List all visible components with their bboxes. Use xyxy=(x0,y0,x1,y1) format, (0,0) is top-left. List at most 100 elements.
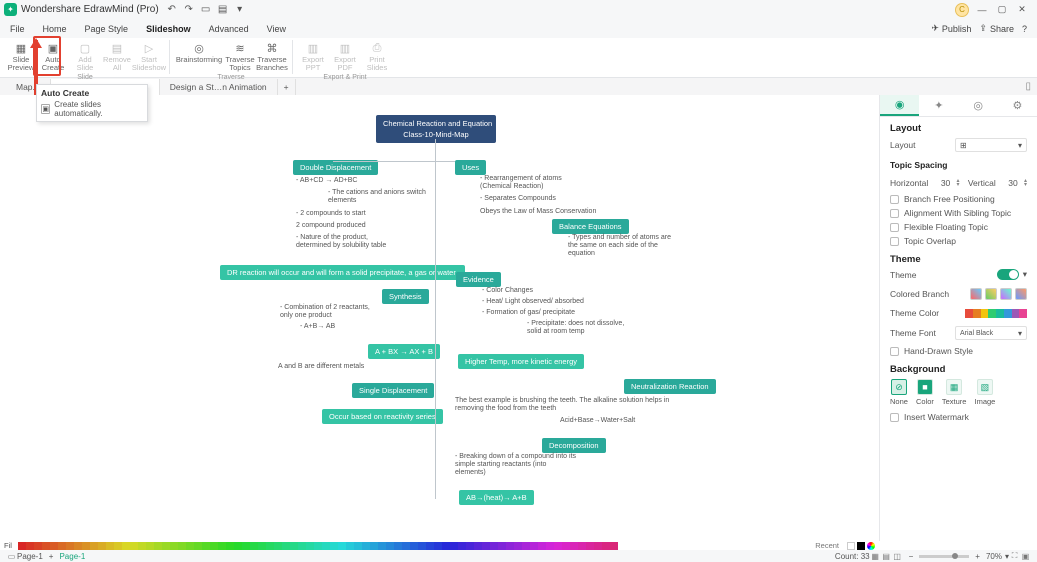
chk-branch-free[interactable]: Branch Free Positioning xyxy=(880,192,1037,206)
node-higher-temp[interactable]: Higher Temp, more kinetic energy xyxy=(458,354,584,369)
rtab-settings[interactable]: ⚙ xyxy=(998,95,1037,116)
rtab-style[interactable]: ◉ xyxy=(880,95,919,116)
palette-cell[interactable] xyxy=(18,542,26,550)
color-wheel-icon[interactable] xyxy=(867,542,875,550)
page-tab-active[interactable]: Page-1 xyxy=(59,552,85,561)
node-formula[interactable]: A + BX → AX + B xyxy=(368,344,440,359)
fit-icon[interactable]: ⛶ xyxy=(1009,551,1020,562)
palette-cell[interactable] xyxy=(506,542,514,550)
palette-cell[interactable] xyxy=(202,542,210,550)
bg-texture[interactable]: ▦Texture xyxy=(942,379,967,406)
palette-cell[interactable] xyxy=(26,542,34,550)
open-icon[interactable]: ▭ xyxy=(199,3,213,17)
palette-cell[interactable] xyxy=(138,542,146,550)
palette-cell[interactable] xyxy=(290,542,298,550)
palette-cell[interactable] xyxy=(122,542,130,550)
node-occur[interactable]: Occur based on reactivity series xyxy=(322,409,443,424)
palette-cell[interactable] xyxy=(114,542,122,550)
node-root[interactable]: Chemical Reaction and EquationClass-10-M… xyxy=(376,115,496,143)
bg-image[interactable]: ▧Image xyxy=(974,379,995,406)
palette-cell[interactable] xyxy=(146,542,154,550)
chk-hand-drawn[interactable]: Hand-Drawn Style xyxy=(880,344,1037,358)
palette-cell[interactable] xyxy=(570,542,578,550)
palette-cell[interactable] xyxy=(426,542,434,550)
more-icon[interactable]: ▾ xyxy=(233,3,247,17)
palette-cell[interactable] xyxy=(274,542,282,550)
palette-cell[interactable] xyxy=(554,542,562,550)
palette-cell[interactable] xyxy=(266,542,274,550)
remove-all-button[interactable]: ▤RemoveAll xyxy=(102,40,132,73)
chk-align-sibling[interactable]: Alignment With Sibling Topic xyxy=(880,206,1037,220)
node-uses[interactable]: Uses xyxy=(455,160,486,175)
palette-cell[interactable] xyxy=(546,542,554,550)
traverse-branches-button[interactable]: ⌘TraverseBranches xyxy=(257,40,287,73)
palette-cell[interactable] xyxy=(90,542,98,550)
rtab-target[interactable]: ◎ xyxy=(959,95,998,116)
palette-cell[interactable] xyxy=(386,542,394,550)
vertical-spacing-input[interactable]: 30▴▾ xyxy=(1004,178,1027,188)
bg-none[interactable]: ⊘None xyxy=(890,379,908,406)
palette-cell[interactable] xyxy=(282,542,290,550)
palette-cell[interactable] xyxy=(586,542,594,550)
palette-cell[interactable] xyxy=(530,542,538,550)
palette-cell[interactable] xyxy=(66,542,74,550)
node-double-displacement[interactable]: Double Displacement xyxy=(293,160,378,175)
recent-swatch[interactable] xyxy=(857,542,865,550)
palette-cell[interactable] xyxy=(450,542,458,550)
fullscreen-icon[interactable]: ▣ xyxy=(1020,551,1031,562)
palette-cell[interactable] xyxy=(58,542,66,550)
start-slideshow-button[interactable]: ▷StartSlideshow xyxy=(134,40,164,73)
palette-cell[interactable] xyxy=(434,542,442,550)
palette-cell[interactable] xyxy=(562,542,570,550)
view2-icon[interactable]: ▤ xyxy=(881,551,892,562)
palette-cell[interactable] xyxy=(314,542,322,550)
palette-cell[interactable] xyxy=(538,542,546,550)
node-evidence[interactable]: Evidence xyxy=(456,272,501,287)
publish-button[interactable]: ✈ Publish xyxy=(931,23,971,34)
help-button[interactable]: ? xyxy=(1022,24,1027,34)
palette-cell[interactable] xyxy=(474,542,482,550)
rtab-sparkle[interactable]: ✦ xyxy=(919,95,958,116)
node-synthesis[interactable]: Synthesis xyxy=(382,289,429,304)
brainstorming-button[interactable]: ◎Brainstorming xyxy=(175,40,223,73)
palette-cell[interactable] xyxy=(378,542,386,550)
theme-toggle[interactable] xyxy=(997,269,1019,280)
palette-cell[interactable] xyxy=(218,542,226,550)
recent-swatch[interactable] xyxy=(847,542,855,550)
palette-cell[interactable] xyxy=(410,542,418,550)
palette-cell[interactable] xyxy=(250,542,258,550)
palette-cell[interactable] xyxy=(338,542,346,550)
menu-file[interactable]: File xyxy=(10,24,25,34)
palette-cell[interactable] xyxy=(154,542,162,550)
palette-cell[interactable] xyxy=(82,542,90,550)
page-add[interactable]: + xyxy=(49,552,54,561)
node-neutralization[interactable]: Neutralization Reaction xyxy=(624,379,716,394)
palette-cell[interactable] xyxy=(594,542,602,550)
horizontal-spacing-input[interactable]: 30▴▾ xyxy=(937,178,960,188)
theme-color-strip[interactable] xyxy=(965,309,1027,318)
export-ppt-button[interactable]: ▥ExportPPT xyxy=(298,40,328,73)
palette-cell[interactable] xyxy=(578,542,586,550)
palette-cell[interactable] xyxy=(170,542,178,550)
chk-watermark[interactable]: Insert Watermark xyxy=(880,410,1037,424)
node-decomposition[interactable]: Decomposition xyxy=(542,438,606,453)
palette-cell[interactable] xyxy=(42,542,50,550)
node-dr-long[interactable]: DR reaction will occur and will form a s… xyxy=(220,265,465,280)
minimize-button[interactable]: — xyxy=(975,3,989,17)
menu-slideshow[interactable]: Slideshow xyxy=(146,24,191,34)
palette-cell[interactable] xyxy=(402,542,410,550)
palette-cell[interactable] xyxy=(522,542,530,550)
pages-icon[interactable]: ▭ xyxy=(6,551,17,562)
user-avatar[interactable]: C xyxy=(955,3,969,17)
palette-cell[interactable] xyxy=(130,542,138,550)
add-slide-button[interactable]: ▢AddSlide xyxy=(70,40,100,73)
menu-view[interactable]: View xyxy=(267,24,286,34)
palette-cell[interactable] xyxy=(242,542,250,550)
layout-dropdown[interactable]: ⊞▾ xyxy=(955,138,1027,152)
menu-page-style[interactable]: Page Style xyxy=(85,24,129,34)
chk-overlap[interactable]: Topic Overlap xyxy=(880,234,1037,248)
palette-cells[interactable] xyxy=(18,542,618,550)
auto-create-button[interactable]: ▣AutoCreate xyxy=(38,40,68,73)
palette-cell[interactable] xyxy=(458,542,466,550)
node-single-displacement[interactable]: Single Displacement xyxy=(352,383,434,398)
